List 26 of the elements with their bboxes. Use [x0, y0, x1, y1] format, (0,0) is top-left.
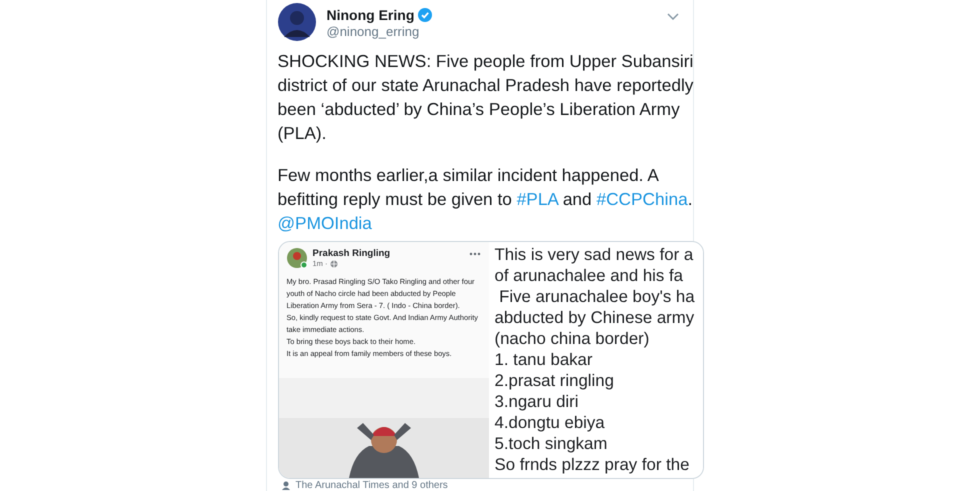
- tweet-text: SHOCKING NEWS: Five people from Upper Subansiri district of our state Arunachal Pradesh have reportedly been ‘abducted’ by China’s People’s Liberation Army (PLA).: [278, 50, 694, 145]
- note-line: 1. tanu bakar: [494, 349, 594, 370]
- globe-icon: [330, 260, 338, 268]
- note-line: This is very sad news for a: [494, 244, 694, 265]
- avatar-icon: [278, 3, 316, 41]
- note-line: abducted by Chinese army: [494, 307, 696, 328]
- chevron-down-icon: [666, 13, 678, 20]
- note-line: 2.prasat ringling: [494, 370, 615, 391]
- note-line: So frnds plzzz pray for the: [494, 454, 690, 475]
- author-name[interactable]: Ninong Ering: [326, 7, 414, 23]
- note-line: Five arunachalee boy's ha: [498, 286, 696, 307]
- tweet-text: Few months earlier,a similar incident happened. A befitting reply must be given to #PLA and #CCPChina. @PMOIndia: [278, 164, 694, 235]
- note-line: of arunachalee and his fa: [494, 265, 684, 286]
- tagged-link[interactable]: The Arunachal Times and 9 others: [296, 480, 448, 491]
- person-icon: [282, 481, 290, 490]
- note-line: 4.dongtu ebiya: [494, 412, 606, 433]
- author-handle[interactable]: @ninong_erring: [326, 24, 652, 39]
- hashtag-link[interactable]: #PLA: [516, 189, 558, 209]
- media-frame[interactable]: [278, 241, 704, 479]
- note-line: 3.ngaru diri: [494, 391, 580, 412]
- mention-link[interactable]: @PMOIndia: [278, 213, 372, 233]
- more-icon: [468, 252, 480, 256]
- note-line: 5.toch singkam: [494, 433, 608, 454]
- note-line: (nacho china border): [494, 328, 650, 349]
- poster-name: Prakash Ringling: [312, 248, 392, 259]
- hashtag-link[interactable]: #CCPChina: [596, 189, 688, 209]
